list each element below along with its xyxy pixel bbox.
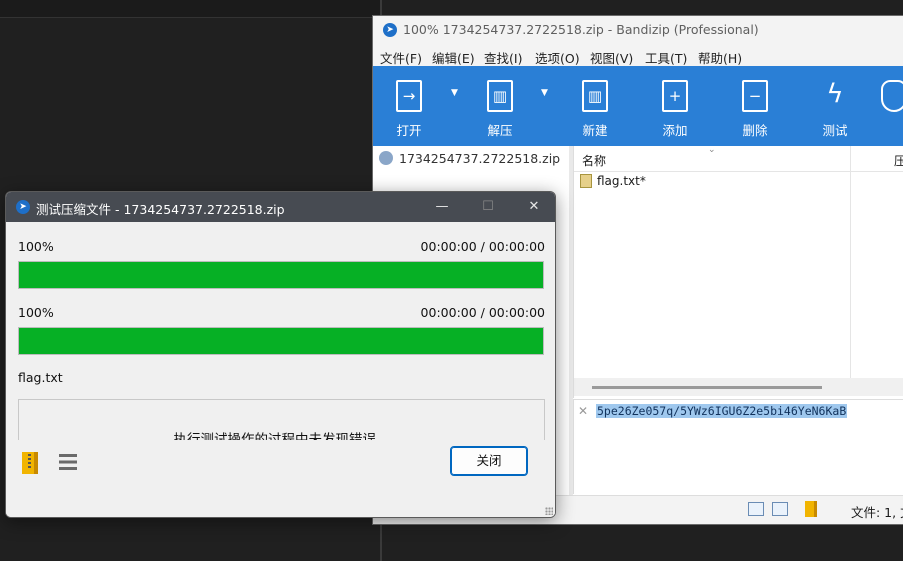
- column-name[interactable]: 名称: [582, 152, 606, 169]
- bandizip-logo-icon: ➤: [383, 23, 397, 37]
- main-window-title: 100% 1734254737.2722518.zip - Bandizip (…: [403, 22, 759, 37]
- progress-bar-file-fill: [19, 262, 543, 288]
- column-compressed[interactable]: 压: [894, 152, 903, 169]
- new-archive-icon: ▥: [582, 80, 608, 112]
- thumbnail-view-icon[interactable]: [772, 502, 788, 516]
- open-button[interactable]: → 打开: [379, 78, 439, 140]
- bandizip-logo-icon: ➤: [16, 200, 30, 214]
- file-list-header: 名称 ⌄ 压: [574, 145, 903, 172]
- background-window-top: [0, 0, 380, 18]
- details-view-icon[interactable]: [748, 502, 764, 516]
- progress1-percent: 100%: [18, 239, 54, 254]
- list-item[interactable]: flag.txt*: [580, 174, 646, 188]
- test-button[interactable]: ϟ 测试: [805, 78, 865, 140]
- open-dropdown-chevron-icon[interactable]: ▼: [451, 88, 458, 98]
- close-button[interactable]: 关闭: [450, 446, 528, 476]
- open-label: 打开: [396, 123, 422, 138]
- status-text: 文件: 1, 文: [851, 505, 903, 520]
- dialog-title: 测试压缩文件 - 1734254737.2722518.zip: [36, 202, 285, 217]
- test-label: 测试: [822, 123, 848, 138]
- add-label: 添加: [662, 123, 688, 138]
- test-icon: ϟ: [826, 79, 844, 109]
- delete-icon: −: [742, 80, 768, 112]
- dialog-titlebar[interactable]: ➤ 测试压缩文件 - 1734254737.2722518.zip — ☐ ✕: [6, 192, 555, 222]
- bandizip-archive-icon[interactable]: [22, 452, 38, 474]
- archive-comment-panel: ✕ 5pe26Ze057q/5YWz6IGU6Z2e5bi46YeN6KaB: [573, 399, 903, 494]
- close-comment-icon[interactable]: ✕: [578, 404, 588, 418]
- archive-icon: [379, 151, 393, 165]
- progress1-time: 00:00:00 / 00:00:00: [420, 239, 545, 254]
- sort-chevron-down-icon: ⌄: [708, 145, 716, 155]
- horizontal-scrollbar[interactable]: [574, 378, 903, 396]
- add-icon: +: [662, 80, 688, 112]
- delete-button[interactable]: − 删除: [725, 78, 785, 140]
- shield-icon: [881, 80, 903, 112]
- new-archive-button[interactable]: ▥ 新建: [565, 78, 625, 140]
- test-archive-dialog: ➤ 测试压缩文件 - 1734254737.2722518.zip — ☐ ✕ …: [5, 191, 556, 518]
- main-titlebar[interactable]: ➤ 100% 1734254737.2722518.zip - Bandizip…: [373, 16, 903, 44]
- tree-item-label: 1734254737.2722518.zip: [399, 151, 561, 166]
- column-separator[interactable]: [850, 146, 851, 378]
- menu-help[interactable]: 帮助(H): [698, 48, 742, 67]
- menu-file[interactable]: 文件(F): [380, 48, 422, 67]
- file-name: flag.txt*: [597, 174, 646, 188]
- extract-dropdown-chevron-icon[interactable]: ▼: [541, 88, 548, 98]
- current-file-name: flag.txt: [18, 370, 63, 385]
- text-file-icon: [580, 174, 592, 188]
- hamburger-menu-icon[interactable]: [59, 454, 77, 470]
- dialog-body: 100% 00:00:00 / 00:00:00 100% 00:00:00 /…: [6, 222, 555, 517]
- menu-bar: 文件(F) 编辑(E) 查找(I) 选项(O) 视图(V) 工具(T) 帮助(H…: [373, 44, 903, 66]
- menu-tools[interactable]: 工具(T): [645, 48, 687, 67]
- add-button[interactable]: + 添加: [645, 78, 705, 140]
- archive-status-icon: [805, 501, 817, 517]
- window-close-button[interactable]: ✕: [511, 192, 555, 222]
- extract-button[interactable]: ▥ 解压: [470, 78, 530, 140]
- tree-item-archive[interactable]: 1734254737.2722518.zip: [379, 151, 560, 166]
- menu-options[interactable]: 选项(O): [535, 48, 580, 67]
- menu-edit[interactable]: 编辑(E): [432, 48, 475, 67]
- menu-find[interactable]: 查找(I): [484, 48, 522, 67]
- delete-label: 删除: [742, 123, 768, 138]
- toolbar: → 打开 ▼ ▥ 解压 ▼ ▥ 新建 + 添加 − 删除 ϟ 测试: [373, 66, 903, 146]
- scrollbar-thumb[interactable]: [592, 386, 822, 389]
- progress2-time: 00:00:00 / 00:00:00: [420, 305, 545, 320]
- shield-button[interactable]: [879, 78, 903, 140]
- extract-label: 解压: [487, 123, 513, 138]
- dialog-footer: 关闭: [6, 440, 555, 517]
- progress2-percent: 100%: [18, 305, 54, 320]
- progress-bar-total-fill: [19, 328, 543, 354]
- open-icon: →: [396, 80, 422, 112]
- resize-grip-icon[interactable]: [545, 507, 553, 515]
- file-list: 名称 ⌄ 压 flag.txt*: [573, 145, 903, 398]
- progress-bar-file: [18, 261, 544, 289]
- progress-bar-total: [18, 327, 544, 355]
- maximize-button: ☐: [482, 199, 494, 214]
- new-archive-label: 新建: [582, 123, 608, 138]
- menu-view[interactable]: 视图(V): [590, 48, 633, 67]
- minimize-button[interactable]: —: [419, 192, 465, 222]
- comment-text[interactable]: 5pe26Ze057q/5YWz6IGU6Z2e5bi46YeN6KaB: [596, 404, 848, 418]
- extract-icon: ▥: [487, 80, 513, 112]
